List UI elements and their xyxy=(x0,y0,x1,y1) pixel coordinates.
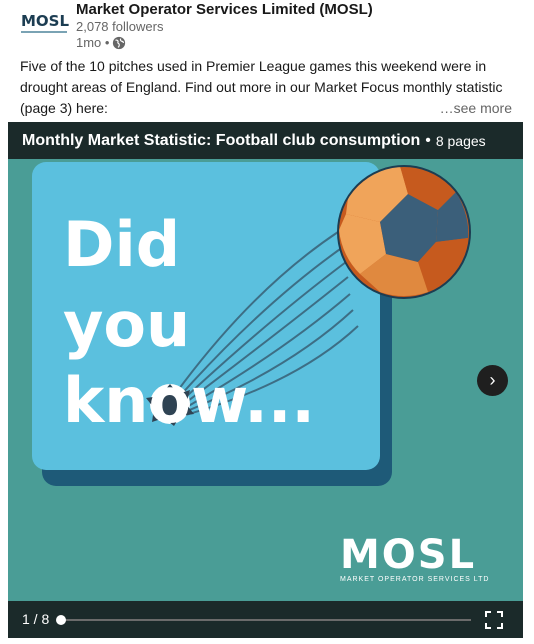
mosl-brand-logo: MOSL MARKET OPERATOR SERVICES LTD xyxy=(340,532,490,583)
next-page-button[interactable]: › xyxy=(477,365,508,396)
post-time: 1mo • xyxy=(76,35,110,50)
document-footer: 1 / 8 xyxy=(8,601,523,638)
post-header: MOSL Market Operator Services Limited (M… xyxy=(20,0,520,52)
follower-count: 2,078 followers xyxy=(76,19,164,34)
see-more-link[interactable]: …see more xyxy=(435,98,512,119)
globe-icon xyxy=(113,36,126,49)
document-viewer[interactable]: Monthly Market Statistic: Football club … xyxy=(8,122,523,638)
logo-underline xyxy=(21,31,67,33)
post-meta: 1mo • xyxy=(76,35,126,50)
progress-handle[interactable] xyxy=(56,615,66,625)
logo-text: MOSL xyxy=(21,12,70,30)
author-name[interactable]: Market Operator Services Limited (MOSL) xyxy=(76,1,373,18)
brand-wordmark: MOSL xyxy=(340,532,477,578)
football-ball xyxy=(337,165,471,299)
fullscreen-icon[interactable] xyxy=(484,610,504,630)
slide-heading-line3: know... xyxy=(63,364,315,437)
post-body-text: Five of the 10 pitches used in Premier L… xyxy=(20,58,503,116)
football-illustration xyxy=(146,165,471,426)
chevron-right-icon: › xyxy=(489,370,496,390)
page-counter: 1 / 8 xyxy=(22,611,50,627)
post-body: Five of the 10 pitches used in Premier L… xyxy=(20,56,512,119)
brand-tagline: MARKET OPERATOR SERVICES LTD xyxy=(340,576,490,583)
company-logo[interactable]: MOSL xyxy=(20,4,70,44)
progress-track[interactable] xyxy=(61,619,471,621)
slide-heading-line1: Did xyxy=(63,208,181,281)
slide-heading-line2: you xyxy=(63,288,191,361)
